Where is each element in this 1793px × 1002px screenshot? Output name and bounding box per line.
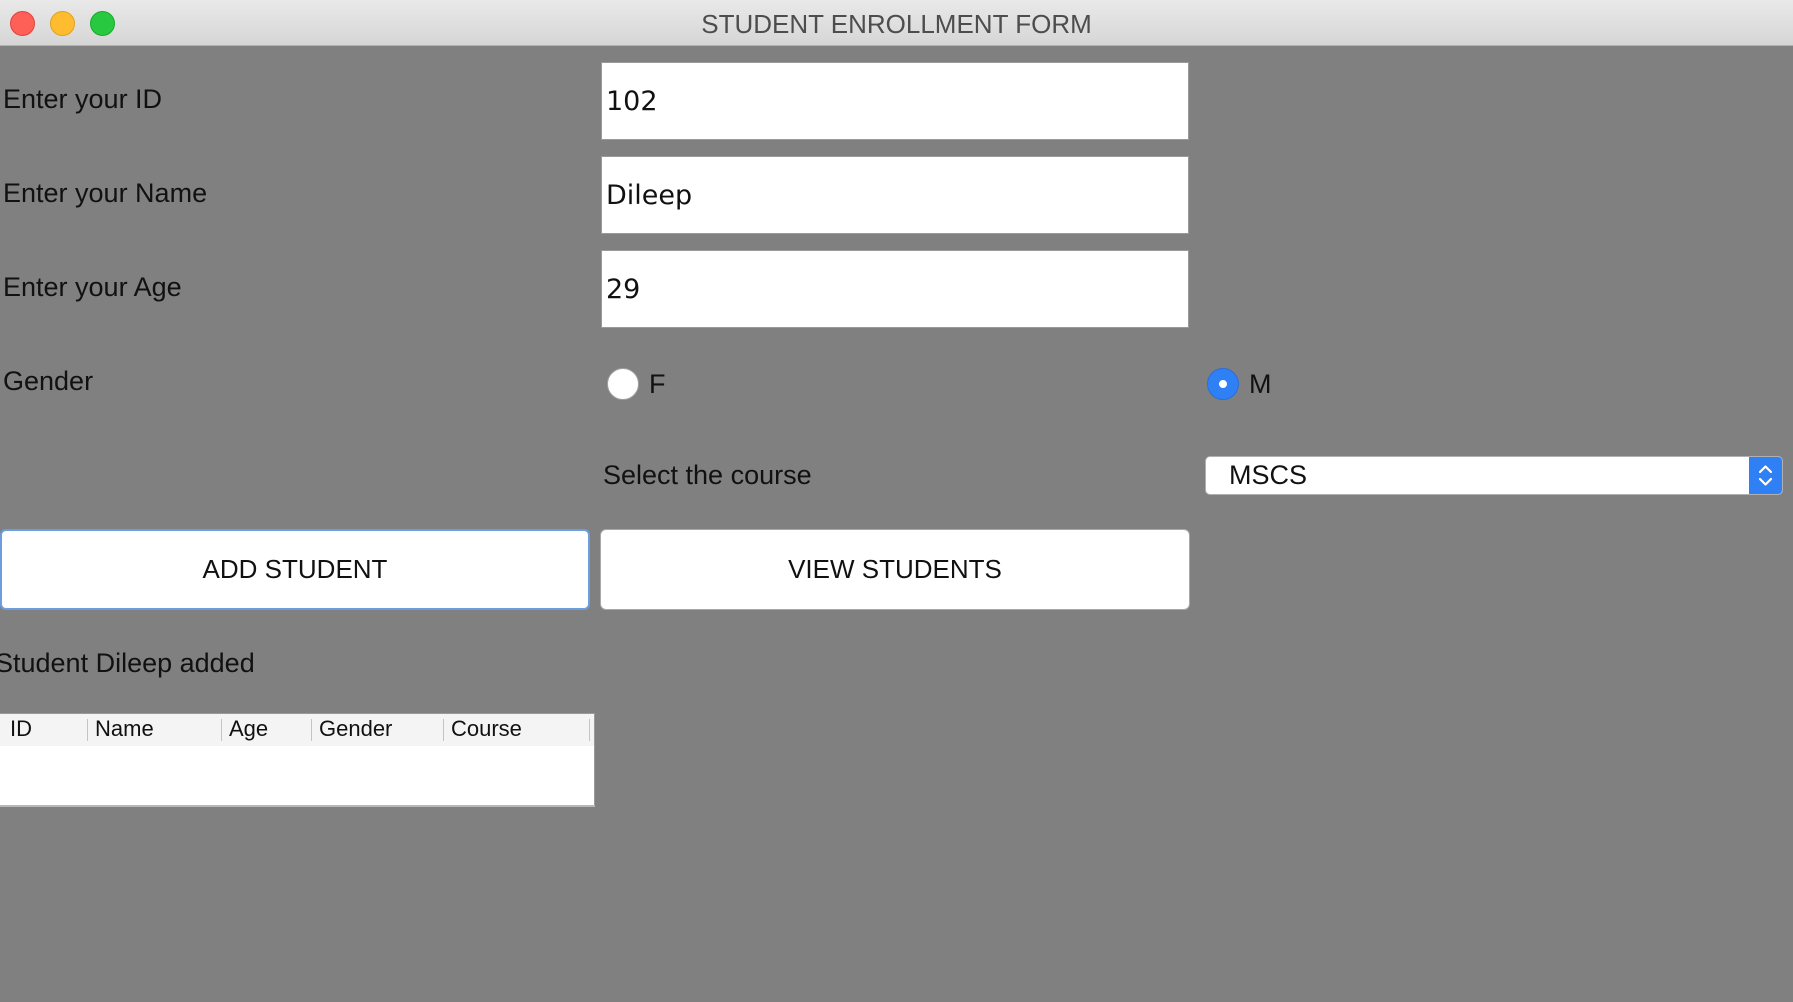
id-field[interactable] (601, 62, 1189, 140)
age-field[interactable] (601, 250, 1189, 328)
students-table[interactable]: ID Name Age Gender Course (0, 713, 595, 806)
gender-label: Gender (3, 366, 94, 396)
age-label: Enter your Age (3, 272, 182, 302)
column-divider[interactable] (311, 719, 312, 741)
gender-radio-f[interactable] (607, 368, 639, 400)
add-student-button[interactable]: ADD STUDENT (0, 529, 590, 610)
title-bar: STUDENT ENROLLMENT FORM (0, 0, 1793, 46)
column-header-course[interactable]: Course (451, 716, 522, 742)
gender-radio-m[interactable] (1207, 368, 1239, 400)
id-label: Enter your ID (3, 84, 163, 114)
name-field[interactable] (601, 156, 1189, 234)
gender-radio-m-label[interactable]: M (1249, 369, 1272, 400)
column-divider[interactable] (589, 719, 590, 741)
column-header-gender[interactable]: Gender (319, 716, 392, 742)
column-header-age[interactable]: Age (229, 716, 268, 742)
view-students-button[interactable]: VIEW STUDENTS (600, 529, 1190, 610)
course-label: Select the course (603, 460, 812, 490)
table-border (0, 805, 595, 807)
window-title: STUDENT ENROLLMENT FORM (701, 9, 1092, 39)
table-header: ID Name Age Gender Course (0, 714, 594, 746)
up-down-chevron-icon[interactable] (1749, 457, 1782, 494)
column-header-name[interactable]: Name (95, 716, 154, 742)
name-label: Enter your Name (3, 178, 208, 208)
column-divider[interactable] (443, 719, 444, 741)
gender-radio-f-label[interactable]: F (649, 369, 666, 400)
course-select-value: MSCS (1229, 460, 1308, 490)
column-header-id[interactable]: ID (10, 716, 32, 742)
column-divider[interactable] (87, 719, 88, 741)
course-select[interactable]: MSCS (1205, 456, 1783, 495)
status-message: Student Dileep added (0, 648, 255, 678)
app-window: STUDENT ENROLLMENT FORM Enter your ID En… (0, 0, 1793, 1002)
column-divider[interactable] (221, 719, 222, 741)
